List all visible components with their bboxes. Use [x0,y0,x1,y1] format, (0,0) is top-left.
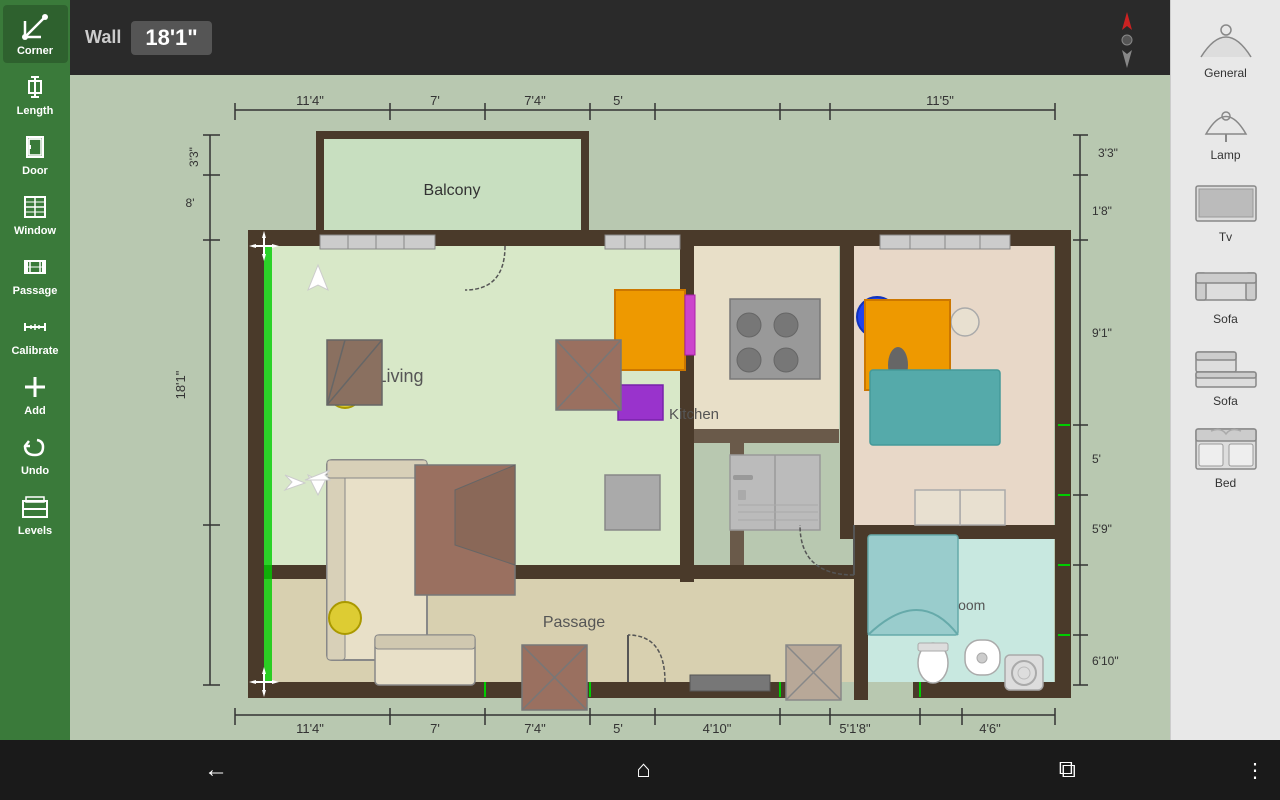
svg-text:Balcony: Balcony [424,182,481,199]
svg-text:5'9": 5'9" [1092,522,1112,536]
furniture-sofa2[interactable]: Sofa [1176,333,1276,412]
svg-text:6'10": 6'10" [1092,654,1119,668]
length-tool[interactable]: Length [3,65,68,123]
levels-icon [19,491,51,523]
left-toolbar: Corner Length Door [0,0,70,740]
svg-text:7'4": 7'4" [524,93,546,108]
corner-icon [19,11,51,43]
svg-text:3'3": 3'3" [187,147,201,167]
svg-text:18'1": 18'1" [173,370,188,399]
sofa2-preview [1186,337,1266,392]
svg-text:5'1'8": 5'1'8" [839,721,871,736]
svg-text:1'8": 1'8" [1092,204,1112,218]
svg-text:7'4": 7'4" [524,721,546,736]
svg-text:8': 8' [186,196,195,210]
sofa2-label: Sofa [1213,394,1238,408]
home-button[interactable]: ⌂ [616,748,671,792]
window-icon [19,191,51,223]
svg-text:7': 7' [430,93,440,108]
furniture-bed[interactable]: Bed [1176,415,1276,494]
floorplan-area[interactable]: 11'4" 7' 7'4" 5' 11'5" 11'4" 7' 7'4" 5' … [70,75,1170,740]
general-preview [1186,9,1266,64]
svg-text:4'6": 4'6" [979,721,1001,736]
calibrate-tool[interactable]: Calibrate [3,305,68,363]
tv-preview [1186,173,1266,228]
svg-text:Living: Living [376,366,423,386]
svg-text:9'1": 9'1" [1092,326,1112,340]
passage-icon [19,251,51,283]
tv-label: Tv [1219,230,1232,244]
general-label: General [1204,66,1247,80]
svg-text:Kitchen: Kitchen [669,406,719,423]
calibrate-icon [19,311,51,343]
svg-text:5': 5' [613,93,623,108]
window-tool[interactable]: Window [3,185,68,243]
top-bar: Wall 18'1" [70,0,1170,75]
svg-text:11'5": 11'5" [926,93,954,108]
bottom-bar: ← ⌂ ⧉ ⋮ [0,740,1280,800]
svg-text:5': 5' [613,721,623,736]
door-tool[interactable]: Door [3,125,68,183]
furniture-tv[interactable]: Tv [1176,169,1276,248]
wall-label: Wall [85,27,121,48]
svg-text:11'4": 11'4" [296,721,324,736]
wall-value: 18'1" [131,21,211,55]
add-icon [19,371,51,403]
svg-text:5': 5' [1092,452,1101,466]
furniture-general[interactable]: General [1176,5,1276,84]
lamp-preview [1186,91,1266,146]
floorplan-svg: 11'4" 7' 7'4" 5' 11'5" 11'4" 7' 7'4" 5' … [70,75,1170,740]
svg-text:Passage: Passage [543,614,605,631]
compass [1100,10,1150,65]
furniture-lamp[interactable]: Lamp [1176,87,1276,166]
svg-text:11'4": 11'4" [296,93,324,108]
corner-tool[interactable]: Corner [3,5,68,63]
bed-label: Bed [1215,476,1236,490]
svg-text:4'10": 4'10" [703,721,732,736]
add-tool[interactable]: Add [3,365,68,423]
more-button[interactable]: ⋮ [1245,758,1265,783]
svg-text:7': 7' [430,721,440,736]
length-icon [19,71,51,103]
furniture-sofa1[interactable]: Sofa [1176,251,1276,330]
recent-button[interactable]: ⧉ [1039,748,1096,792]
passage-tool[interactable]: Passage [3,245,68,303]
right-panel: General Lamp Tv [1170,0,1280,740]
door-icon [19,131,51,163]
undo-tool[interactable]: Undo [3,425,68,483]
lamp-label: Lamp [1210,148,1240,162]
undo-icon [19,431,51,463]
sofa1-preview [1186,255,1266,310]
back-button[interactable]: ← [184,748,248,792]
bed-preview [1186,419,1266,474]
sofa1-label: Sofa [1213,312,1238,326]
levels-tool[interactable]: Levels [3,485,68,543]
svg-text:3'3": 3'3" [1098,146,1118,160]
